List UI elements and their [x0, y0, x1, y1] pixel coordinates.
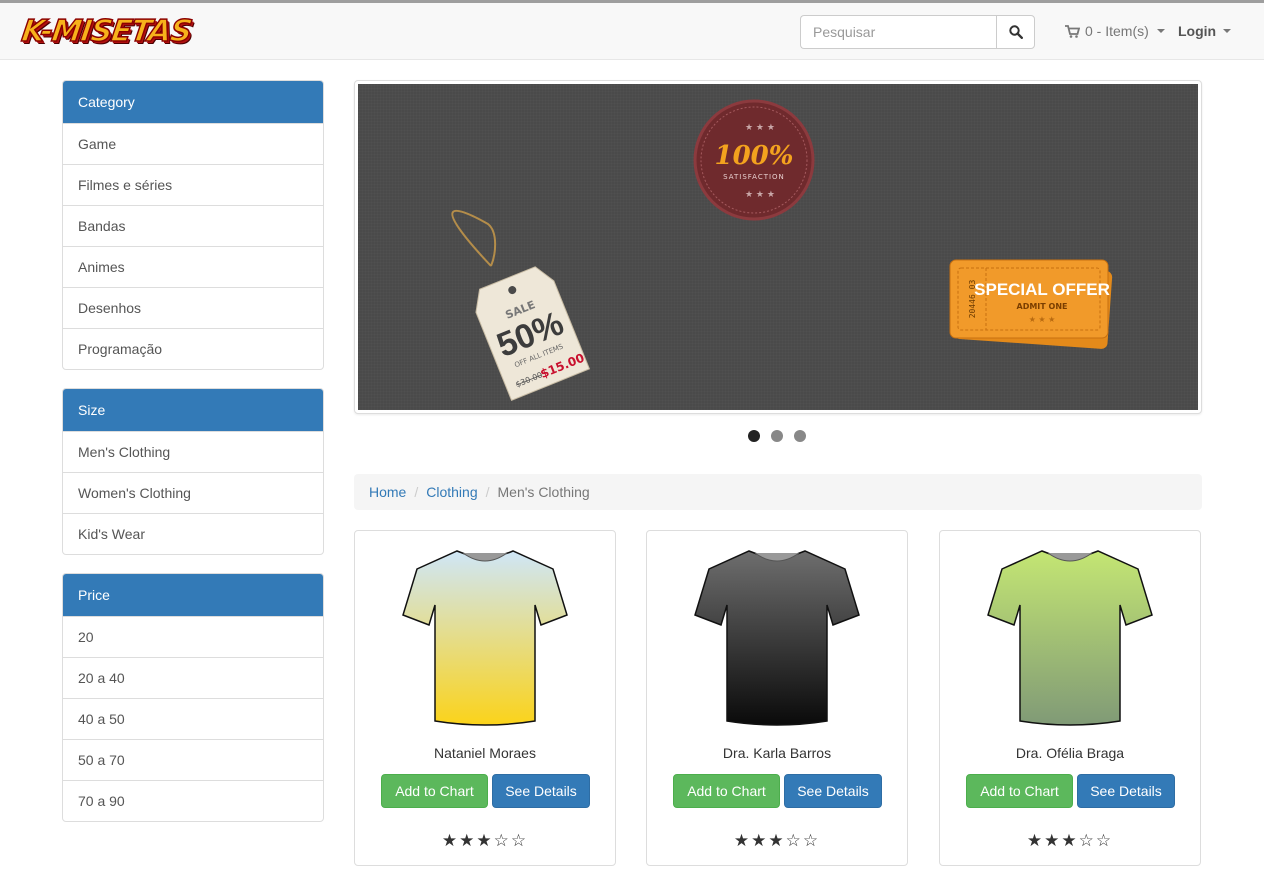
- login-label: Login: [1178, 23, 1217, 39]
- category-item[interactable]: Desenhos: [63, 287, 323, 328]
- svg-text:SPECIAL OFFER: SPECIAL OFFER: [974, 280, 1110, 299]
- carousel-slide-artwork: ★ ★ ★ 100% SATISFACTION ★ ★ ★ SALE 50% O…: [451, 99, 1113, 402]
- tshirt-image[interactable]: [385, 543, 585, 733]
- category-item[interactable]: Bandas: [63, 205, 323, 246]
- add-to-chart-button[interactable]: Add to Chart: [381, 774, 488, 808]
- category-item[interactable]: Game: [63, 123, 323, 164]
- product-name[interactable]: Nataniel Moraes: [355, 745, 615, 761]
- svg-text:★ ★ ★: ★ ★ ★: [1029, 315, 1056, 324]
- breadcrumb-home[interactable]: Home: [369, 484, 406, 500]
- cart-dropdown[interactable]: 0 - Item(s): [1065, 23, 1165, 39]
- product-card: Nataniel Moraes Add to Chart See Details…: [354, 530, 616, 866]
- add-to-chart-button[interactable]: Add to Chart: [966, 774, 1073, 808]
- product-actions: Add to Chart See Details: [966, 774, 1175, 808]
- size-panel: Size Men's Clothing Women's Clothing Kid…: [62, 388, 324, 555]
- breadcrumb: Home / Clothing / Men's Clothing: [354, 474, 1202, 510]
- carousel-indicators: [748, 430, 806, 442]
- price-item[interactable]: 50 a 70: [63, 739, 323, 780]
- svg-text:★ ★ ★: ★ ★ ★: [745, 190, 775, 200]
- category-panel-title: Category: [63, 81, 323, 123]
- cart-label: 0 - Item(s): [1085, 23, 1149, 39]
- tshirt-image[interactable]: [970, 543, 1170, 733]
- satisfaction-badge: ★ ★ ★ 100% SATISFACTION ★ ★ ★: [693, 99, 815, 221]
- carousel-indicator[interactable]: [748, 430, 760, 442]
- promo-carousel[interactable]: ★ ★ ★ 100% SATISFACTION ★ ★ ★ SALE 50% O…: [354, 80, 1202, 414]
- svg-text:100%: 100%: [715, 141, 794, 171]
- size-item[interactable]: Women's Clothing: [63, 472, 323, 513]
- product-card: Dra. Ofélia Braga Add to Chart See Detai…: [939, 530, 1201, 866]
- shopping-cart-icon: [1065, 24, 1080, 38]
- category-panel: Category Game Filmes e séries Bandas Ani…: [62, 80, 324, 370]
- category-item[interactable]: Animes: [63, 246, 323, 287]
- product-actions: Add to Chart See Details: [381, 774, 590, 808]
- special-offer-ticket: 20446 03 SPECIAL OFFER ADMIT ONE ★ ★ ★: [949, 259, 1113, 349]
- breadcrumb-current: Men's Clothing: [497, 484, 590, 500]
- price-panel: Price 20 20 a 40 40 a 50 50 a 70 70 a 90: [62, 573, 324, 822]
- brand-logo[interactable]: K-MISETAS: [16, 11, 196, 55]
- svg-text:SATISFACTION: SATISFACTION: [723, 173, 785, 181]
- rating-stars: ★★★☆☆: [441, 831, 529, 851]
- product-name[interactable]: Dra. Ofélia Braga: [940, 745, 1200, 761]
- rating-stars: ★★★☆☆: [1026, 831, 1114, 851]
- sale-tag: SALE 50% OFF ALL ITEMS $30.00 $15.00: [451, 209, 591, 402]
- svg-text:ADMIT ONE: ADMIT ONE: [1017, 302, 1068, 311]
- carousel-indicator[interactable]: [794, 430, 806, 442]
- chevron-down-icon: [1223, 29, 1232, 33]
- carousel-indicator[interactable]: [771, 430, 783, 442]
- see-details-button[interactable]: See Details: [1077, 774, 1175, 808]
- login-dropdown[interactable]: Login: [1178, 23, 1232, 39]
- see-details-button[interactable]: See Details: [492, 774, 590, 808]
- breadcrumb-clothing[interactable]: Clothing: [426, 484, 477, 500]
- svg-text:★ ★ ★: ★ ★ ★: [745, 123, 775, 133]
- product-card: Dra. Karla Barros Add to Chart See Detai…: [646, 530, 908, 866]
- price-item[interactable]: 20 a 40: [63, 657, 323, 698]
- search-button[interactable]: [996, 15, 1035, 49]
- brand-logo-text: K-MISETAS: [19, 13, 194, 50]
- search-icon: [1008, 25, 1023, 39]
- product-name[interactable]: Dra. Karla Barros: [647, 745, 907, 761]
- price-panel-title: Price: [63, 574, 323, 616]
- search-input[interactable]: [800, 15, 996, 49]
- size-item[interactable]: Kid's Wear: [63, 513, 323, 554]
- add-to-chart-button[interactable]: Add to Chart: [673, 774, 780, 808]
- category-item[interactable]: Filmes e séries: [63, 164, 323, 205]
- chevron-down-icon: [1156, 29, 1165, 33]
- search-group: [800, 15, 1035, 49]
- breadcrumb-separator: /: [414, 484, 419, 500]
- price-item[interactable]: 40 a 50: [63, 698, 323, 739]
- size-item[interactable]: Men's Clothing: [63, 431, 323, 472]
- rating-stars: ★★★☆☆: [733, 831, 821, 851]
- product-actions: Add to Chart See Details: [673, 774, 882, 808]
- navbar: K-MISETAS 0 - Item(s) Login: [0, 0, 1264, 60]
- carousel-slide: ★ ★ ★ 100% SATISFACTION ★ ★ ★ SALE 50% O…: [358, 84, 1198, 410]
- price-item[interactable]: 70 a 90: [63, 780, 323, 821]
- size-panel-title: Size: [63, 389, 323, 431]
- see-details-button[interactable]: See Details: [784, 774, 882, 808]
- category-item[interactable]: Programação: [63, 328, 323, 369]
- price-item[interactable]: 20: [63, 616, 323, 657]
- tshirt-image[interactable]: [677, 543, 877, 733]
- breadcrumb-separator: /: [485, 484, 490, 500]
